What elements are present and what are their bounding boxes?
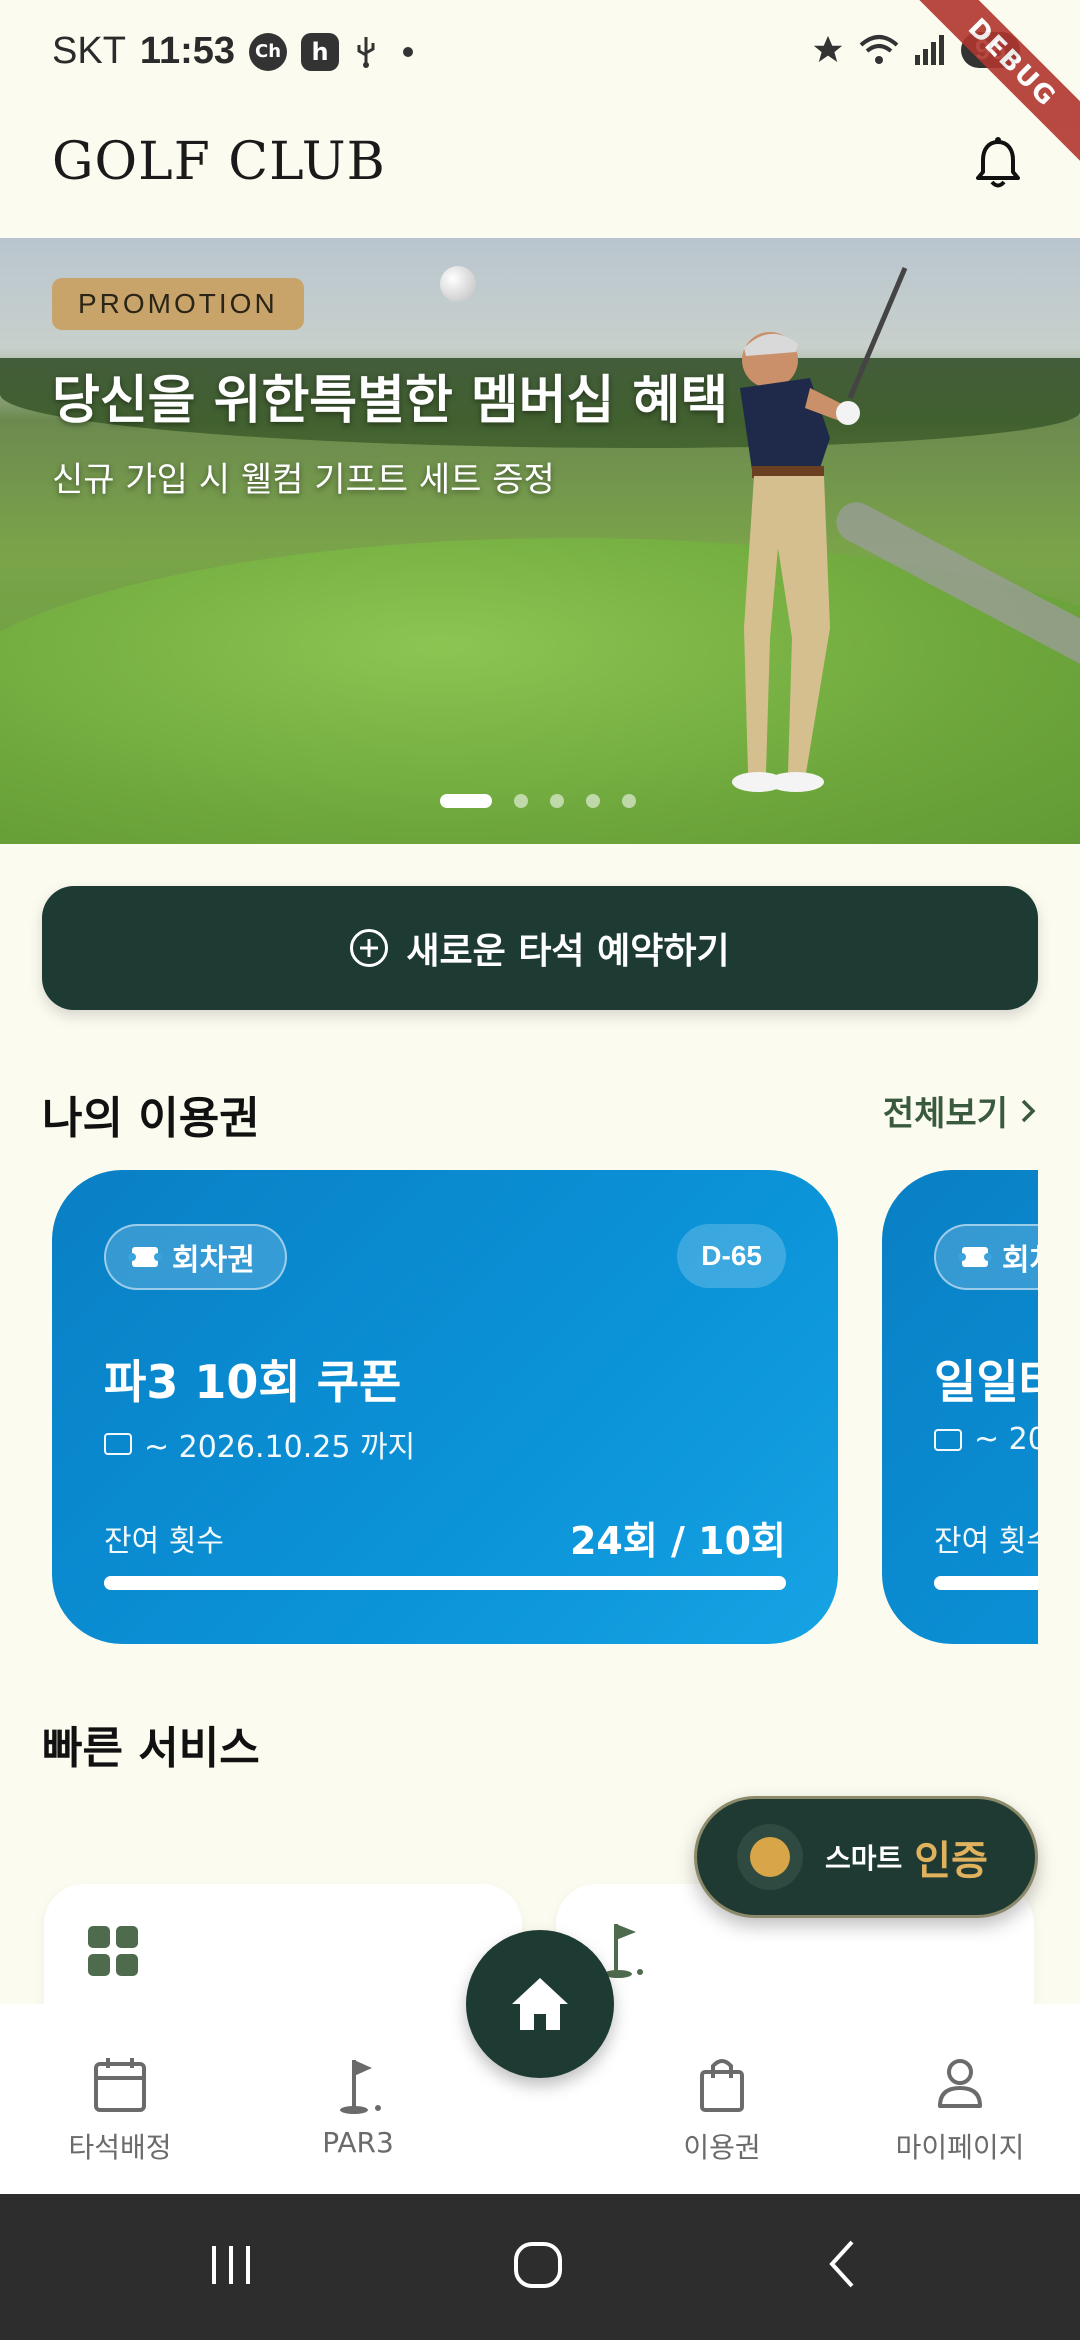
pass-expiry: ~ 20 bbox=[934, 1422, 1038, 1457]
quick-services-title: 빠른 서비스 bbox=[42, 1723, 260, 1774]
remaining-progress-fill bbox=[104, 1576, 786, 1590]
battery-indicator: 96 bbox=[960, 32, 1020, 68]
pass-type-label: 회차권 bbox=[1002, 1243, 1038, 1278]
nav-label: PAR3 bbox=[322, 2126, 394, 2159]
pass-expiry-text: ~ 2026.10.25 까지 bbox=[144, 1430, 416, 1465]
remaining-label: 잔여 횟수 bbox=[934, 1524, 1038, 1559]
pass-card[interactable]: 회차권 일일타 ~ 20 잔여 횟수 bbox=[882, 1170, 1038, 1644]
dday-badge: D-65 bbox=[677, 1224, 786, 1288]
status-bar-right: 96 bbox=[811, 32, 1020, 68]
channel-talk-icon: Ch bbox=[249, 32, 287, 71]
calendar-icon bbox=[94, 2058, 146, 2112]
carousel-dot[interactable] bbox=[514, 794, 528, 808]
pass-type-badge: 회차권 bbox=[934, 1224, 1038, 1290]
clock: 11:53 bbox=[139, 30, 235, 72]
carousel-dot[interactable] bbox=[622, 794, 636, 808]
golfer-illustration bbox=[732, 267, 908, 792]
smart-auth-big-label: 인증 bbox=[914, 1838, 988, 1884]
usb-icon bbox=[357, 36, 375, 68]
nav-label: 이용권 bbox=[683, 2131, 761, 2164]
grid-icon bbox=[88, 1926, 138, 1976]
shopping-bag-icon bbox=[700, 2059, 744, 2112]
nav-label: 마이페이지 bbox=[895, 2131, 1025, 2164]
signal-icon bbox=[914, 35, 944, 65]
pass-type-badge: 회차권 bbox=[104, 1224, 287, 1290]
ticket-icon bbox=[128, 1247, 162, 1267]
status-bar-left: SKT 11:53 Ch h bbox=[52, 30, 413, 73]
home-icon bbox=[512, 1978, 568, 2030]
wifi-icon bbox=[859, 35, 899, 64]
promotion-banner[interactable]: PROMOTION 당신을 위한특별한 멤버십 혜택 신규 가입 시 웰컴 기프… bbox=[0, 238, 1080, 844]
system-navigation-bar bbox=[0, 2194, 1080, 2340]
remaining-progress-bar bbox=[934, 1576, 1038, 1590]
carousel-dot[interactable] bbox=[586, 794, 600, 808]
pass-expiry: ~ 2026.10.25 까지 bbox=[104, 1422, 415, 1466]
pass-name: 일일타 bbox=[934, 1355, 1038, 1409]
remaining-value: 24회 / 10회 bbox=[569, 1519, 786, 1563]
golf-flag-icon bbox=[340, 2060, 381, 2114]
pass-type-label: 회차권 bbox=[172, 1243, 255, 1278]
person-icon bbox=[938, 2059, 982, 2108]
remaining-progress-bar bbox=[104, 1576, 786, 1590]
recent-apps-icon[interactable] bbox=[206, 2234, 256, 2294]
brand-logo-text: GOLF CLUB bbox=[52, 132, 386, 192]
plus-circle-icon bbox=[350, 929, 389, 967]
chevron-right-icon bbox=[1021, 1099, 1036, 1122]
carousel-dot-active[interactable] bbox=[440, 794, 492, 808]
my-passes-title: 나의 이용권 bbox=[42, 1093, 260, 1144]
ticket-outline-icon bbox=[934, 1428, 962, 1451]
nav-label: 타석배정 bbox=[68, 2131, 172, 2164]
see-all-label: 전체보기 bbox=[882, 1094, 1008, 1134]
app-header: GOLF CLUB bbox=[0, 110, 1080, 238]
pass-expiry-text: ~ 20 bbox=[974, 1422, 1038, 1457]
nav-item-par3[interactable]: PAR3 bbox=[258, 2054, 458, 2159]
h-app-icon: h bbox=[301, 32, 339, 71]
system-home-icon[interactable] bbox=[508, 2234, 568, 2294]
new-reservation-label: 새로운 타석 예약하기 bbox=[406, 931, 730, 972]
notification-dot-icon bbox=[403, 46, 413, 57]
see-all-link[interactable]: 전체보기 bbox=[883, 1086, 1038, 1135]
carousel-dot[interactable] bbox=[550, 794, 564, 808]
promotion-tag: PROMOTION bbox=[52, 278, 304, 330]
home-button[interactable] bbox=[466, 1930, 614, 2078]
carousel-indicator[interactable] bbox=[440, 794, 636, 808]
golf-flag-icon bbox=[604, 1924, 643, 1978]
ticket-icon bbox=[958, 1247, 992, 1267]
banner-title: 당신을 위한특별한 멤버십 혜택 bbox=[52, 371, 729, 431]
remaining-label: 잔여 횟수 bbox=[104, 1524, 224, 1559]
back-icon[interactable] bbox=[818, 2234, 868, 2294]
nfc-icon bbox=[737, 1824, 803, 1890]
new-reservation-button[interactable]: 새로운 타석 예약하기 bbox=[42, 886, 1038, 1010]
pass-name: 파3 10회 쿠폰 bbox=[104, 1355, 402, 1409]
banner-subtitle: 신규 가입 시 웰컴 기프트 세트 증정 bbox=[52, 460, 555, 500]
ticket-outline-icon bbox=[104, 1433, 132, 1455]
remaining-progress-fill bbox=[934, 1576, 1038, 1590]
status-bar: SKT 11:53 Ch h 96 DEBUG bbox=[0, 0, 1080, 170]
pass-card[interactable]: 회차권 D-65 파3 10회 쿠폰 ~ 2026.10.25 까지 잔여 횟수… bbox=[52, 1170, 838, 1644]
passes-carousel[interactable]: 회차권 D-65 파3 10회 쿠폰 ~ 2026.10.25 까지 잔여 횟수… bbox=[42, 1170, 1038, 1644]
carrier-label: SKT bbox=[52, 30, 126, 72]
bell-icon[interactable] bbox=[968, 134, 1028, 194]
nav-item-passes[interactable]: 이용권 bbox=[622, 2054, 822, 2166]
star-icon bbox=[813, 35, 843, 63]
nav-item-mypage[interactable]: 마이페이지 bbox=[860, 2054, 1060, 2166]
smart-auth-small-label: 스마트 bbox=[825, 1842, 903, 1875]
smart-auth-button[interactable]: 스마트 인증 bbox=[694, 1796, 1038, 1918]
nav-item-bay-assignment[interactable]: 타석배정 bbox=[20, 2054, 220, 2166]
golf-ball-image bbox=[440, 266, 476, 302]
